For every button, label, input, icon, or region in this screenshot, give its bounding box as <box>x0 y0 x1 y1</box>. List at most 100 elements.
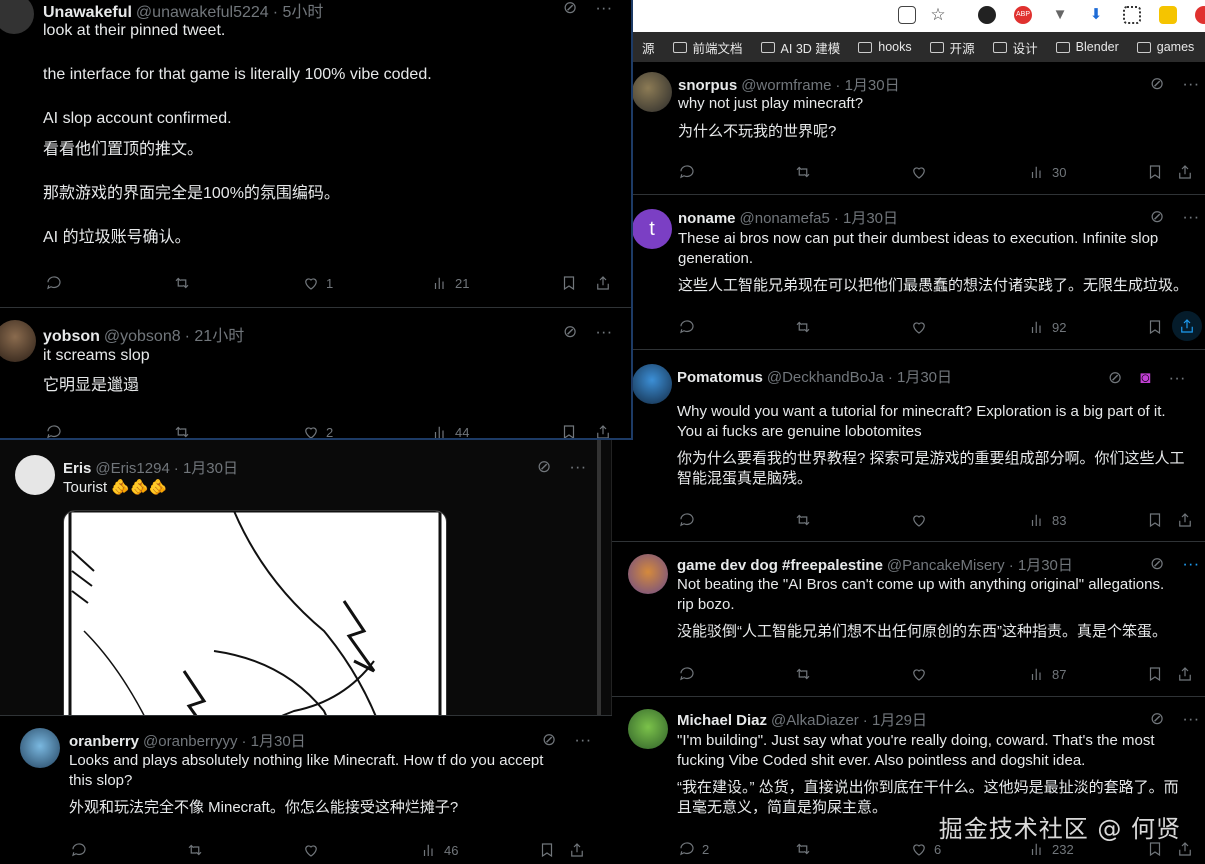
repost-button[interactable] <box>186 841 204 859</box>
views-button[interactable]: 83 <box>1028 511 1066 529</box>
author-name[interactable]: Eris <box>63 460 91 477</box>
views-button[interactable]: 30 <box>1028 163 1066 181</box>
views-button[interactable]: 46 <box>420 841 458 859</box>
tweet-yobson[interactable]: yobson @yobson8 · 21小时 ⊘ ··· it screams s… <box>0 308 631 438</box>
timestamp[interactable]: · 1月30日 <box>1009 554 1073 575</box>
author-name[interactable]: oranberry <box>69 733 139 750</box>
tweet-oranberry[interactable]: oranberry @oranberryyy · 1月30日 ⊘ ··· Look… <box>0 715 612 864</box>
avatar[interactable] <box>20 728 60 768</box>
avatar[interactable] <box>0 0 34 34</box>
bookmark-button[interactable] <box>1146 665 1164 683</box>
reply-button[interactable] <box>45 274 63 292</box>
author-name[interactable]: noname <box>678 210 736 227</box>
reply-button[interactable] <box>678 318 696 336</box>
more-options-icon[interactable]: ··· <box>1182 554 1199 574</box>
share-button[interactable] <box>1176 665 1194 683</box>
author-handle[interactable]: @yobson8 <box>104 328 181 346</box>
reply-button[interactable] <box>678 163 696 181</box>
like-button[interactable] <box>302 841 320 859</box>
timestamp[interactable]: · 5小时 <box>273 0 324 22</box>
author-handle[interactable]: @unawakeful5224 <box>136 4 269 22</box>
more-options-icon[interactable]: ··· <box>574 730 591 750</box>
instagram-icon[interactable]: ◙ <box>1140 368 1150 388</box>
views-button[interactable]: 21 <box>431 274 469 292</box>
author-handle[interactable]: @AlkaDiazer <box>771 712 859 729</box>
author-handle[interactable]: @wormframe <box>741 77 831 94</box>
avatar[interactable] <box>0 320 36 362</box>
more-options-icon[interactable]: ··· <box>569 457 586 477</box>
bookmark-button[interactable] <box>1146 318 1164 336</box>
bookmark-folder[interactable]: AI 3D 建模 <box>752 38 850 57</box>
reply-button[interactable] <box>70 841 88 859</box>
bookmark-folder[interactable]: Blender <box>1047 40 1128 54</box>
repost-button[interactable] <box>794 163 812 181</box>
extension-icon[interactable] <box>978 6 996 24</box>
more-options-icon[interactable]: ··· <box>1182 207 1199 227</box>
grok-icon[interactable]: ⊘ <box>537 457 551 477</box>
more-options-icon[interactable]: ··· <box>595 0 612 18</box>
more-options-icon[interactable]: ··· <box>1182 709 1199 729</box>
views-button[interactable]: 44 <box>431 423 469 438</box>
repost-button[interactable] <box>173 274 191 292</box>
grok-icon[interactable]: ⊘ <box>563 322 577 342</box>
author-name[interactable]: snorpus <box>678 77 737 94</box>
grok-icon[interactable]: ⊘ <box>1150 74 1164 94</box>
reply-button[interactable] <box>678 665 696 683</box>
like-button[interactable] <box>910 318 928 336</box>
grok-icon[interactable]: ⊘ <box>1150 554 1164 574</box>
bookmark-folder[interactable]: 开源 <box>921 38 984 57</box>
repost-button[interactable] <box>794 318 812 336</box>
tweet-snorpus[interactable]: snorpus @wormframe · 1月30日 ⊘ ··· why not … <box>612 62 1205 195</box>
author-handle[interactable]: @nonamefa5 <box>740 210 830 227</box>
bookmark-folder[interactable]: 设计 <box>984 38 1047 57</box>
grok-icon[interactable]: ⊘ <box>1150 709 1164 729</box>
author-name[interactable]: Michael Diaz <box>677 712 767 729</box>
reply-button[interactable] <box>45 423 63 438</box>
avatar[interactable] <box>632 72 672 112</box>
adblock-icon[interactable]: ABP <box>1014 6 1032 24</box>
reply-button[interactable]: 2 <box>678 840 709 858</box>
vue-devtools-icon[interactable]: ▼ <box>1051 6 1069 24</box>
timestamp[interactable]: · 1月30日 <box>174 457 238 478</box>
share-button[interactable] <box>1176 511 1194 529</box>
views-button[interactable]: 87 <box>1028 665 1066 683</box>
tweet-unawakeful[interactable]: Unawakeful @unawakeful5224 · 5小时 ⊘ ··· lo… <box>0 0 631 308</box>
grok-icon[interactable]: ⊘ <box>542 730 556 750</box>
timestamp[interactable]: · 1月30日 <box>834 207 898 228</box>
author-name[interactable]: game dev dog #freepalestine <box>677 557 883 574</box>
bookmark-star-icon[interactable]: ☆ <box>929 6 947 24</box>
timestamp[interactable]: · 21小时 <box>185 322 245 346</box>
tweet-pomatomus[interactable]: Pomatomus @DeckhandBoJa · 1月30日 ⊘ ◙ ··· Wh… <box>612 352 1205 542</box>
share-button[interactable] <box>1176 163 1194 181</box>
profile-icon[interactable] <box>1195 6 1205 24</box>
timestamp[interactable]: · 1月30日 <box>835 74 899 95</box>
repost-button[interactable] <box>173 423 191 438</box>
reply-button[interactable] <box>678 511 696 529</box>
timestamp[interactable]: · 1月30日 <box>888 366 952 387</box>
bookmark-button[interactable] <box>560 423 578 438</box>
views-button[interactable]: 92 <box>1028 318 1066 336</box>
share-button[interactable] <box>1172 311 1202 341</box>
install-app-icon[interactable] <box>898 6 916 24</box>
tweet-game-dev-dog[interactable]: game dev dog #freepalestine @PancakeMise… <box>612 542 1205 697</box>
share-button[interactable] <box>568 841 586 859</box>
author-name[interactable]: Unawakeful <box>43 4 132 22</box>
grok-icon[interactable]: ⊘ <box>1108 368 1122 388</box>
tweet-noname[interactable]: t noname @nonamefa5 · 1月30日 ⊘ ··· These a… <box>612 195 1205 350</box>
downloads-icon[interactable] <box>1159 6 1177 24</box>
timestamp[interactable]: · 1月29日 <box>863 709 927 730</box>
author-handle[interactable]: @Eris1294 <box>95 460 169 477</box>
bookmark-button[interactable] <box>560 274 578 292</box>
bookmark-folder[interactable]: games <box>1128 40 1204 54</box>
like-button[interactable]: 6 <box>910 840 941 858</box>
bookmark-item[interactable]: 源 <box>633 38 664 57</box>
qr-code-icon[interactable] <box>1123 6 1141 24</box>
author-name[interactable]: Pomatomus <box>677 369 763 386</box>
grok-icon[interactable]: ⊘ <box>563 0 577 18</box>
bookmark-folder[interactable]: hooks <box>849 40 920 54</box>
more-options-icon[interactable]: ··· <box>595 322 612 342</box>
more-options-icon[interactable]: ··· <box>1182 74 1199 94</box>
avatar[interactable] <box>632 364 672 404</box>
share-button[interactable] <box>594 274 612 292</box>
author-handle[interactable]: @DeckhandBoJa <box>767 369 884 386</box>
